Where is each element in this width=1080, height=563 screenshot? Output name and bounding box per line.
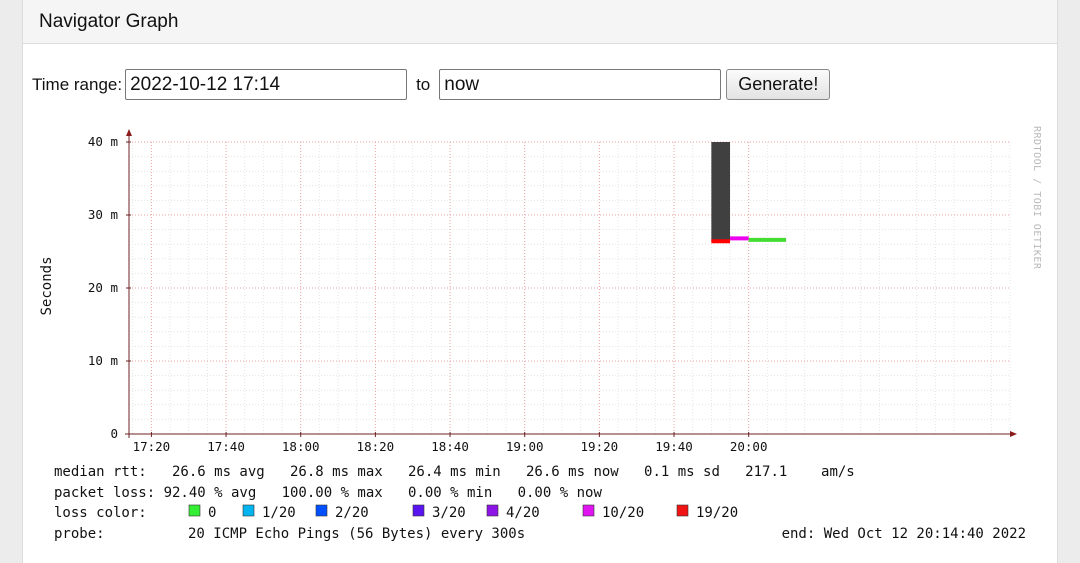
loss-swatch-label: 2/20 — [335, 505, 369, 521]
rrdtool-watermark: RRDTOOL / TOBI OETIKER — [1031, 126, 1042, 270]
loss-swatch-1-20 — [242, 504, 255, 517]
y-tick-label: 30 m — [88, 207, 118, 222]
x-tick-label: 19:00 — [506, 439, 544, 454]
y-axis-arrow — [126, 129, 132, 136]
loss-swatch-label: 10/20 — [602, 505, 644, 521]
x-tick-label: 17:20 — [133, 439, 171, 454]
loss-swatch-label: 3/20 — [432, 505, 466, 521]
smoke-band — [711, 142, 731, 242]
loss-swatch-label: 19/20 — [696, 505, 738, 521]
loss-swatch-4-20 — [486, 504, 499, 517]
x-tick-label: 17:40 — [207, 439, 245, 454]
y-tick-label: 20 m — [88, 280, 118, 295]
x-tick-label: 20:00 — [730, 439, 768, 454]
y-tick-label: 0 — [110, 426, 118, 441]
grid — [129, 141, 1011, 434]
loss-swatch-10-20 — [582, 504, 595, 517]
x-tick-label: 19:20 — [581, 439, 619, 454]
loss-swatch-3-20 — [412, 504, 425, 517]
x-tick-label: 18:00 — [282, 439, 320, 454]
loss-swatch-label: 0 — [208, 505, 216, 521]
legend-packet-loss: packet loss: 92.40 % avg 100.00 % max 0.… — [54, 485, 602, 501]
latency-graph: 0 10 m 20 m 30 m 40 m 17:20 17:40 18:00 18:20 18:… — [39, 126, 1042, 542]
loss-swatch-2-20 — [315, 504, 328, 517]
x-tick-label: 19:40 — [655, 439, 693, 454]
y-tick-label: 40 m — [88, 134, 118, 149]
legend-probe-label: probe: — [54, 526, 105, 542]
loss-swatch-19-20 — [676, 504, 689, 517]
x-tick-label: 18:20 — [357, 439, 395, 454]
legend-loss-color-label: loss color: — [54, 505, 147, 521]
legend: median rtt: 26.6 ms avg 26.8 ms max 26.4… — [54, 464, 1026, 542]
legend-end-time: end: Wed Oct 12 20:14:40 2022 — [782, 526, 1026, 542]
y-tick-label: 10 m — [88, 353, 118, 368]
legend-probe-desc: 20 ICMP Echo Pings (56 Bytes) every 300s — [188, 526, 525, 542]
y-axis-label: Seconds — [39, 256, 55, 315]
loss-swatch-label: 1/20 — [262, 505, 296, 521]
legend-median-rtt: median rtt: 26.6 ms avg 26.8 ms max 26.4… — [54, 464, 855, 480]
x-axis-arrow — [1010, 431, 1017, 437]
loss-color-swatches: 0 1/20 2/20 3/20 4/20 10/20 19/20 — [188, 504, 738, 521]
loss-swatch-0 — [188, 504, 201, 517]
loss-swatch-label: 4/20 — [506, 505, 540, 521]
x-tick-label: 18:40 — [431, 439, 469, 454]
